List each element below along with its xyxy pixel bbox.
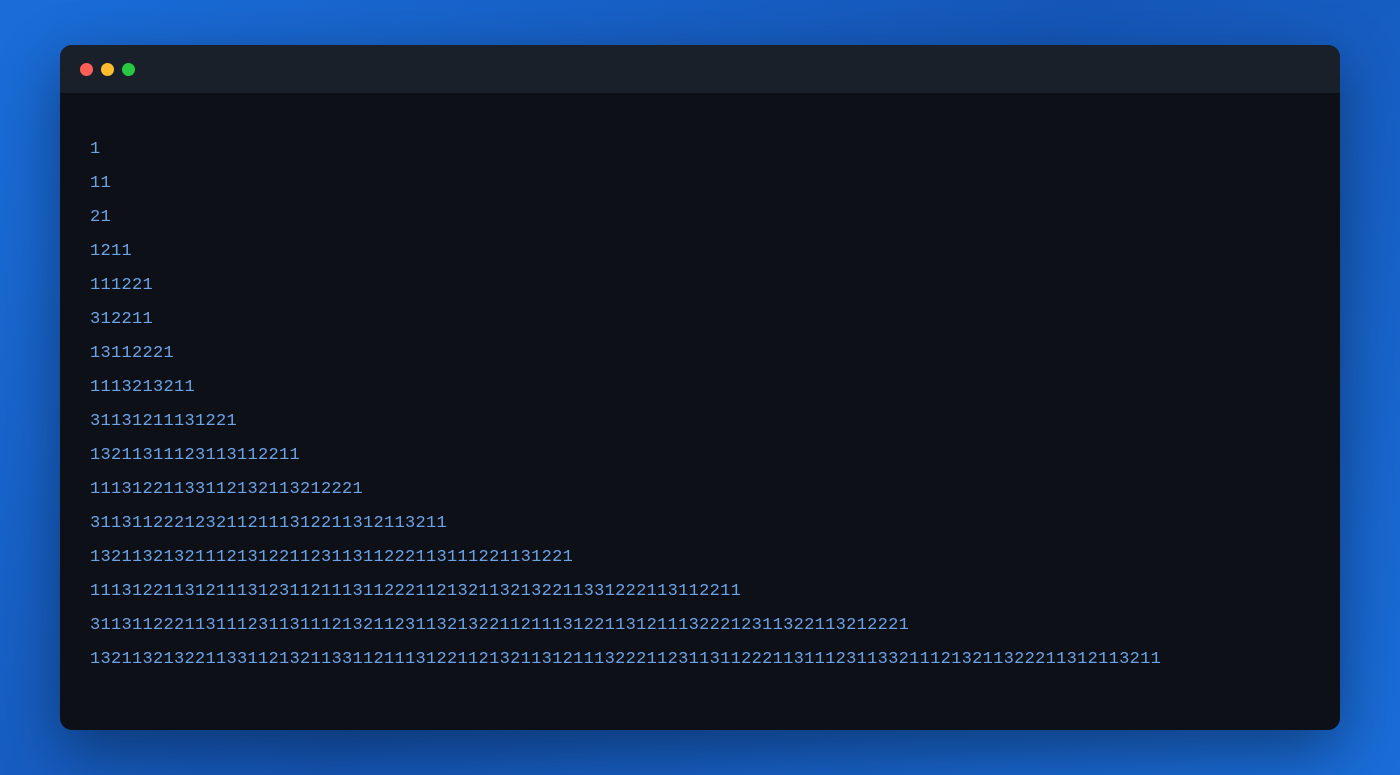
output-line: 312211 [90,303,1310,337]
output-line: 1113122113121113123112111311222112132113… [90,575,1310,609]
minimize-button[interactable] [101,63,114,76]
terminal-window: 1 11 21 1211 111221 312211 13112221 1113… [60,45,1340,730]
output-line: 11 [90,167,1310,201]
close-button[interactable] [80,63,93,76]
output-line: 1321132132211331121321133112111312211213… [90,643,1310,677]
output-line: 1321132132111213122112311311222113111221… [90,541,1310,575]
output-line: 13112221 [90,337,1310,371]
output-line: 11131221133112132113212221 [90,473,1310,507]
window-titlebar[interactable] [60,45,1340,93]
output-line: 13211311123113112211 [90,439,1310,473]
output-line: 1 [90,133,1310,167]
output-line: 31131211131221 [90,405,1310,439]
output-line: 3113112221232112111312211312113211 [90,507,1310,541]
terminal-output[interactable]: 1 11 21 1211 111221 312211 13112221 1113… [60,93,1340,730]
output-line: 111221 [90,269,1310,303]
output-line: 3113112221131112311311121321123113213221… [90,609,1310,643]
output-line: 21 [90,201,1310,235]
output-line: 1211 [90,235,1310,269]
maximize-button[interactable] [122,63,135,76]
traffic-lights [80,63,135,76]
output-line: 1113213211 [90,371,1310,405]
